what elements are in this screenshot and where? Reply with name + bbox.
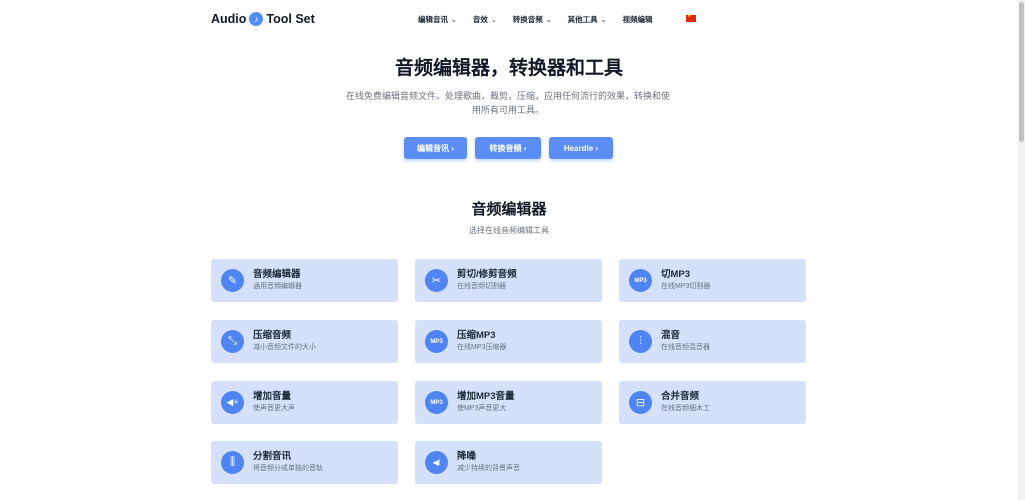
nav-label: 转换音频 xyxy=(512,15,543,24)
music-note-icon: ♪ xyxy=(249,12,264,26)
card-title: 混音 xyxy=(661,330,681,341)
card-desc: 减少持续的背景声音 xyxy=(457,465,520,472)
volume-up-icon: ◀+ xyxy=(221,391,244,414)
card-title: 增加音量 xyxy=(253,391,292,402)
mixer-icon: ⫶ xyxy=(629,330,652,353)
site-logo[interactable]: Audio ♪ Tool Set xyxy=(211,12,315,26)
card-title: 降噪 xyxy=(457,451,477,462)
card-title: 分割音讯 xyxy=(253,451,292,462)
tool-card-noise-reduction[interactable]: ◀⦚ 降噪 减少持续的背景声音 xyxy=(415,441,602,484)
chevron-down-icon: ⌄ xyxy=(451,16,457,24)
tool-card-compress-mp3[interactable]: MP3 压缩MP3 在线MP3压缩器 xyxy=(415,320,602,363)
merge-icon: ⊟ xyxy=(629,391,652,414)
mp3-cut-icon: MP3 xyxy=(629,269,652,292)
chevron-down-icon: ⌄ xyxy=(600,16,607,24)
card-desc: 使MP3声音更大 xyxy=(457,405,507,412)
tool-card-compress-audio[interactable]: ⤡ 压缩音频 减小音频文件的大小 xyxy=(211,320,398,363)
tool-card-mp3-volume[interactable]: MP3 增加MP3音量 使MP3声音更大 xyxy=(415,381,602,424)
card-desc: 减小音频文件的大小 xyxy=(253,344,316,351)
compress-icon: ⤡ xyxy=(221,330,244,353)
section-subtitle: 选择在线音频编辑工具 xyxy=(469,226,549,235)
card-title: 压缩MP3 xyxy=(457,330,496,341)
card-title: 压缩音频 xyxy=(253,330,292,341)
mp3-compress-icon: MP3 xyxy=(425,330,448,353)
noise-reduction-icon: ◀⦚ xyxy=(425,451,448,474)
chevron-down-icon: ⌄ xyxy=(545,16,552,24)
site-header: Audio ♪ Tool Set 编辑音讯 ⌄ 音效 ⌄ 转换音频 ⌄ 其他工具… xyxy=(0,0,1018,38)
logo-text-left: Audio xyxy=(211,12,247,26)
nav-label: 其他工具 xyxy=(567,15,598,24)
cta-group: 编辑音讯 › 转换音频 › Heardle › xyxy=(404,137,621,159)
pencil-icon: ✎ xyxy=(221,269,244,292)
scissors-icon: ✂ xyxy=(425,269,448,292)
card-desc: 使声音更大声 xyxy=(253,405,295,412)
mp3-volume-icon: MP3 xyxy=(425,391,448,414)
split-icon: ⫼ xyxy=(221,451,244,474)
nav-convert-audio[interactable]: 转换音频 ⌄ xyxy=(513,14,552,25)
tool-card-cut-mp3[interactable]: MP3 切MP3 在线MP3切割器 xyxy=(619,259,806,302)
card-desc: 将音频分成单独的音轨 xyxy=(253,465,323,472)
nav-label: 编辑音讯 xyxy=(418,15,448,24)
tool-card-volume-up[interactable]: ◀+ 增加音量 使声音更大声 xyxy=(211,381,398,424)
card-desc: 在线音频细木工 xyxy=(661,405,710,412)
main-nav: 编辑音讯 ⌄ 音效 ⌄ 转换音频 ⌄ 其他工具 ⌄ 视频编辑 xyxy=(418,14,669,25)
nav-sound-effects[interactable]: 音效 ⌄ xyxy=(473,14,497,25)
nav-video-edit[interactable]: 视频编辑 xyxy=(623,14,653,25)
scrollbar-thumb[interactable] xyxy=(1019,2,1024,142)
tool-card-split-audio[interactable]: ⫼ 分割音讯 将音频分成单独的音轨 xyxy=(211,441,398,484)
convert-audio-button[interactable]: 转换音频 › xyxy=(475,137,541,159)
heardle-button[interactable]: Heardle › xyxy=(549,137,613,159)
nav-label: 音效 xyxy=(472,15,488,24)
card-title: 音频编辑器 xyxy=(253,269,301,280)
card-desc: 在线音频混音器 xyxy=(661,344,710,351)
card-title: 剪切/修剪音频 xyxy=(457,269,517,280)
card-desc: 在线MP3压缩器 xyxy=(457,344,507,351)
china-flag-icon[interactable] xyxy=(686,13,696,22)
section-title: 音频编辑器 xyxy=(471,201,547,218)
card-title: 切MP3 xyxy=(661,269,691,280)
page-subtitle: 在线免费编辑音频文件。处理歌曲，裁剪，压缩，应用任何流行的效果，转换和使用所有可… xyxy=(345,91,670,115)
card-title: 合并音频 xyxy=(661,391,700,402)
tool-card-audio-editor[interactable]: ✎ 音频编辑器 通用音频编辑器 xyxy=(211,259,398,302)
chevron-down-icon: ⌄ xyxy=(490,16,497,24)
nav-edit-audio[interactable]: 编辑音讯 ⌄ xyxy=(418,14,457,25)
logo-text-right: Tool Set xyxy=(266,12,315,26)
tool-card-cut-audio[interactable]: ✂ 剪切/修剪音频 在线音频切割器 xyxy=(415,259,602,302)
nav-other-tools[interactable]: 其他工具 ⌄ xyxy=(568,14,607,25)
card-desc: 通用音频编辑器 xyxy=(253,283,302,290)
tool-card-mixer[interactable]: ⫶ 混音 在线音频混音器 xyxy=(619,320,806,363)
nav-label: 视频编辑 xyxy=(622,15,653,24)
edit-audio-button[interactable]: 编辑音讯 › xyxy=(404,137,467,159)
card-desc: 在线音频切割器 xyxy=(457,283,506,290)
page-title: 音频编辑器，转换器和工具 xyxy=(394,58,623,79)
tool-card-merge-audio[interactable]: ⊟ 合并音频 在线音频细木工 xyxy=(619,381,806,424)
scrollbar[interactable] xyxy=(1018,0,1025,500)
card-title: 增加MP3音量 xyxy=(457,391,515,402)
card-desc: 在线MP3切割器 xyxy=(661,283,711,290)
